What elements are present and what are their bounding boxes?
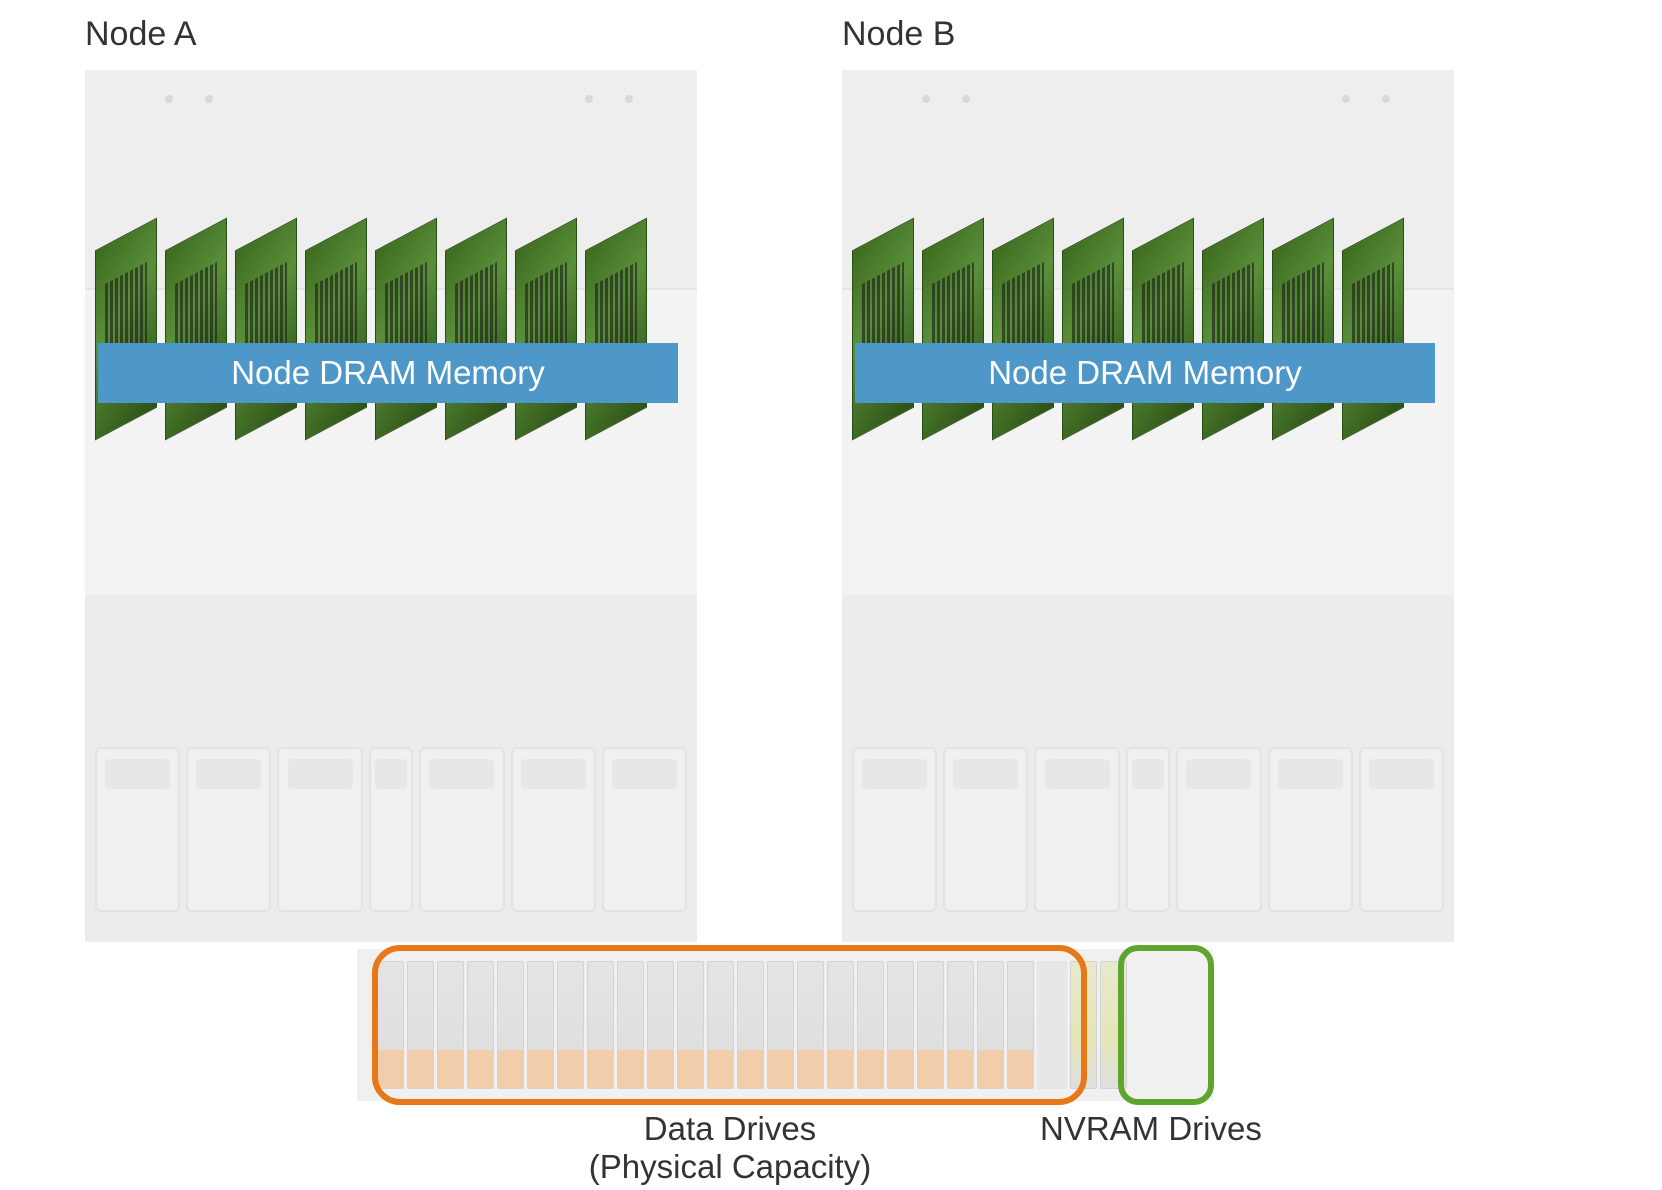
pci-slot [1034, 747, 1119, 912]
dimm-module [235, 218, 297, 441]
pci-slot [1176, 747, 1261, 912]
pci-slot [419, 747, 504, 912]
nvram-drives-outline [1118, 945, 1214, 1105]
node-a-bottom-panel [85, 595, 697, 942]
pci-slot [1126, 747, 1171, 912]
pci-slot [186, 747, 271, 912]
data-drives-label-line2: (Physical Capacity) [589, 1148, 871, 1185]
dimm-module [165, 218, 227, 441]
node-b-chassis [842, 70, 1454, 942]
node-b-dram-label: Node DRAM Memory [988, 354, 1302, 392]
data-drives-label: Data Drives (Physical Capacity) [560, 1110, 900, 1186]
node-b-bottom-panel [842, 595, 1454, 942]
pci-slot [369, 747, 414, 912]
dimm-module [95, 218, 157, 441]
node-a-dram-label-box: Node DRAM Memory [98, 343, 678, 403]
dimm-module [1272, 218, 1334, 441]
data-drives-label-line1: Data Drives [644, 1110, 816, 1147]
pci-slot [602, 747, 687, 912]
dimm-module [1202, 218, 1264, 441]
pci-slot [943, 747, 1028, 912]
dimm-module [445, 218, 507, 441]
pci-slot [95, 747, 180, 912]
dimm-module [305, 218, 367, 441]
dimm-module [1132, 218, 1194, 441]
pci-slot [852, 747, 937, 912]
node-b-slot-row [852, 747, 1444, 912]
dimm-module [992, 218, 1054, 441]
dimm-module [375, 218, 437, 441]
dimm-module [515, 218, 577, 441]
dimm-module [1062, 218, 1124, 441]
node-b-dram-label-box: Node DRAM Memory [855, 343, 1435, 403]
pci-slot [1268, 747, 1353, 912]
pci-slot [1359, 747, 1444, 912]
dimm-module [852, 218, 914, 441]
nvram-drives-label: NVRAM Drives [1040, 1110, 1262, 1148]
data-drives-outline [372, 945, 1087, 1105]
dimm-module [922, 218, 984, 441]
node-a-chassis [85, 70, 697, 942]
dimm-module [585, 218, 647, 441]
node-a-slot-row [95, 747, 687, 912]
node-a-dram-label: Node DRAM Memory [231, 354, 545, 392]
pci-slot [511, 747, 596, 912]
node-a-title: Node A [85, 15, 197, 54]
pci-slot [277, 747, 362, 912]
node-b-title: Node B [842, 15, 955, 54]
dimm-module [1342, 218, 1404, 441]
